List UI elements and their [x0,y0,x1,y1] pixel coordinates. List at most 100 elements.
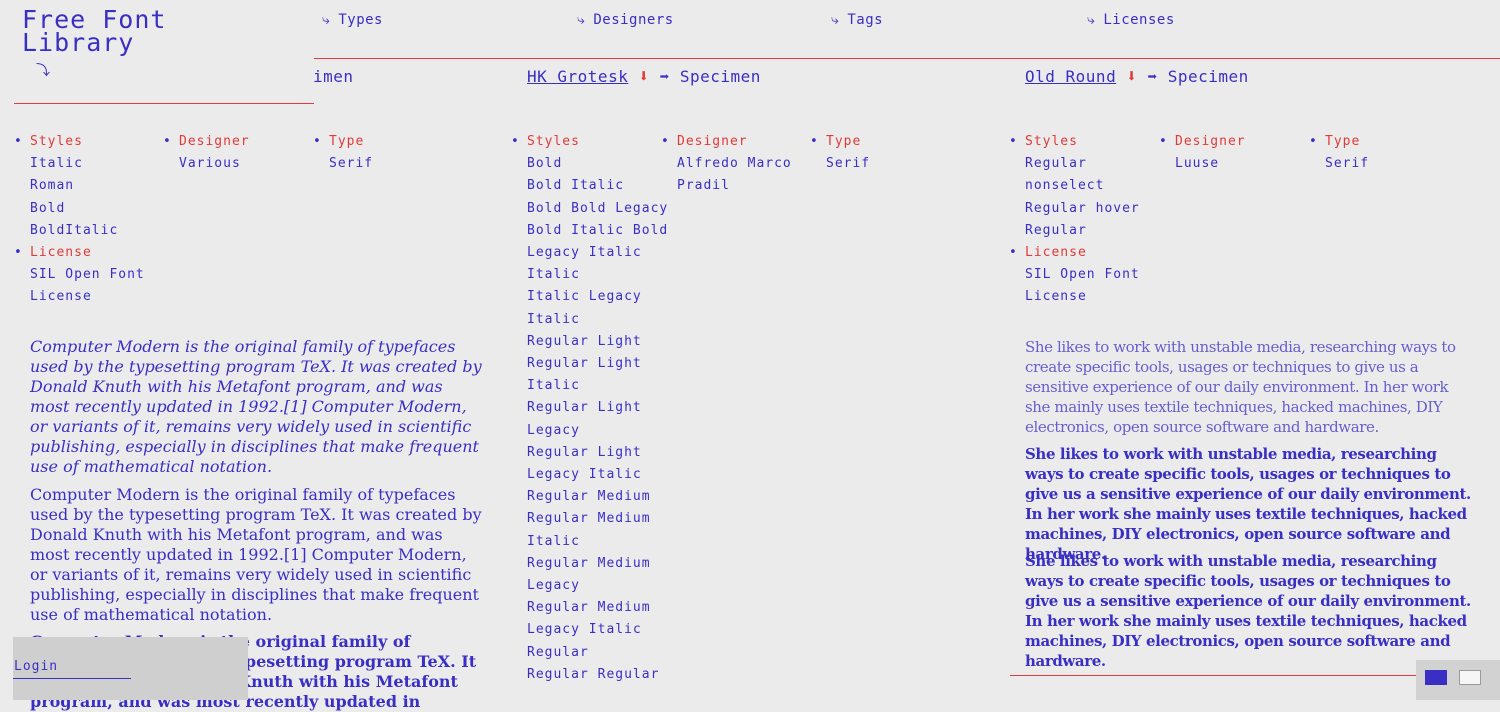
style-item[interactable]: Regular Medium [527,597,668,619]
designer-value[interactable]: Various [179,153,250,175]
license-value[interactable]: License [1025,286,1140,308]
curved-arrow-icon[interactable]: ⤵ [36,60,50,80]
nav-label: Types [338,12,383,28]
style-item[interactable]: Regular hover [1025,198,1140,220]
bullet-icon: • [313,134,322,149]
designer-label: Designer [1175,134,1246,149]
style-item[interactable]: Legacy [527,420,668,442]
designer-value[interactable]: Alfredo Marco [677,153,792,175]
style-item[interactable]: Italic [527,264,668,286]
nav-label: Designers [593,12,674,28]
site-logo[interactable]: Free Font Library [22,7,166,55]
arrow-right-icon: ➡ [1147,66,1158,86]
login-underline [13,678,131,679]
style-item[interactable]: Italic [527,531,668,553]
font-name-link[interactable]: Old Round [1025,67,1116,86]
column-2-type: • Type Serif [810,131,870,175]
download-icon[interactable]: ⬇ [1126,66,1137,87]
bullet-icon: • [163,134,172,149]
style-item[interactable]: Roman [30,175,118,197]
style-item[interactable]: Legacy Italic [527,242,668,264]
column-3-header: Old Round ⬇ ➡ Specimen [1025,62,1249,90]
nav-label: Licenses [1103,12,1175,28]
column-1-header[interactable]: imen [313,62,493,90]
style-item[interactable]: Bold Italic [527,175,668,197]
font-name-link[interactable]: HK Grotesk [527,67,628,86]
bullet-icon: • [14,245,23,260]
style-item[interactable]: Regular Regular [527,664,668,686]
style-item[interactable]: Regular [1025,220,1140,242]
nav-item-designers[interactable]: ⤷ Designers [577,12,674,28]
nav-item-licenses[interactable]: ⤷ Licenses [1087,12,1175,28]
designer-value[interactable]: Pradil [677,175,792,197]
dark-mode-toggle[interactable] [1425,670,1447,685]
nav-arrow-icon: ⤷ [322,12,331,28]
style-item[interactable]: Regular Medium [527,486,668,508]
nav-item-types[interactable]: ⤷ Types [322,12,383,28]
column-1-styles: • Styles Italic Roman Bold BoldItalic [14,131,118,242]
column-3-designer: • Designer Luuse [1159,131,1246,175]
nav-item-tags[interactable]: ⤷ Tags [831,12,883,28]
specimen-link[interactable]: imen [313,67,354,86]
style-item[interactable]: Bold [527,153,668,175]
style-item[interactable]: Italic [30,153,118,175]
column-3-license: • License SIL Open Font License [1009,242,1140,309]
style-item[interactable]: nonselect [1025,175,1140,197]
column-1-designer: • Designer Various [163,131,250,175]
column-3-styles: • Styles Regular nonselect Regular hover… [1009,131,1140,242]
license-value[interactable]: License [30,286,145,308]
style-item[interactable]: Legacy Italic [527,619,668,641]
specimen-link[interactable]: Specimen [680,67,761,86]
column-2-styles: • Styles Bold Bold Italic Bold Bold Lega… [511,131,668,686]
nav-arrow-icon: ⤷ [1087,12,1096,28]
specimen-link[interactable]: Specimen [1168,67,1249,86]
style-item[interactable]: Regular Light [527,331,668,353]
bullet-icon: • [1009,134,1018,149]
type-value[interactable]: Serif [826,153,870,175]
style-item[interactable]: Bold [30,198,118,220]
license-label: License [1025,245,1087,260]
light-mode-toggle[interactable] [1459,670,1481,685]
license-value[interactable]: SIL Open Font [1025,264,1140,286]
bullet-icon: • [661,134,670,149]
style-item[interactable]: Regular Light [527,397,668,419]
type-value[interactable]: Serif [1325,153,1369,175]
bullet-icon: • [1309,134,1318,149]
sample-nonselect: She likes to work with unstable media, r… [1025,338,1456,436]
login-link[interactable]: Login [14,659,58,674]
style-item[interactable]: Regular Light [527,442,668,464]
style-item[interactable]: Regular Medium [527,553,668,575]
style-item[interactable]: BoldItalic [30,220,118,242]
style-item[interactable]: Regular [527,642,668,664]
styles-label: Styles [30,134,83,149]
type-value[interactable]: Serif [329,153,373,175]
style-item[interactable]: Regular Medium [527,508,668,530]
bullet-icon: • [511,134,520,149]
style-item[interactable]: Italic Legacy [527,286,668,308]
nav-arrow-icon: ⤷ [577,12,586,28]
sample-roman: Computer Modern is the original family o… [30,485,482,624]
style-item[interactable]: Italic [527,309,668,331]
style-item[interactable]: Regular Light [527,353,668,375]
logo-panel: Free Font Library ⤵ [14,0,314,104]
style-item[interactable]: Regular [1025,153,1140,175]
bullet-icon: • [1159,134,1168,149]
designer-value[interactable]: Luuse [1175,153,1246,175]
style-item[interactable]: Bold Italic Bold [527,220,668,242]
style-item[interactable]: Legacy Italic [527,464,668,486]
license-value[interactable]: SIL Open Font [30,264,145,286]
column-1-license: • License SIL Open Font License [14,242,145,309]
style-item[interactable]: Italic [527,375,668,397]
arrow-right-icon: ➡ [659,66,670,86]
download-icon[interactable]: ⬇ [638,66,649,87]
nav-arrow-icon: ⤷ [831,12,840,28]
nav-label: Tags [847,12,884,28]
bullet-icon: • [14,134,23,149]
logo-divider [14,103,314,104]
view-toggle-group [1416,660,1500,700]
bullet-icon: • [810,134,819,149]
style-item[interactable]: Legacy [527,575,668,597]
column-3-type: • Type Serif [1309,131,1369,175]
styles-label: Styles [527,134,580,149]
style-item[interactable]: Bold Bold Legacy [527,198,668,220]
